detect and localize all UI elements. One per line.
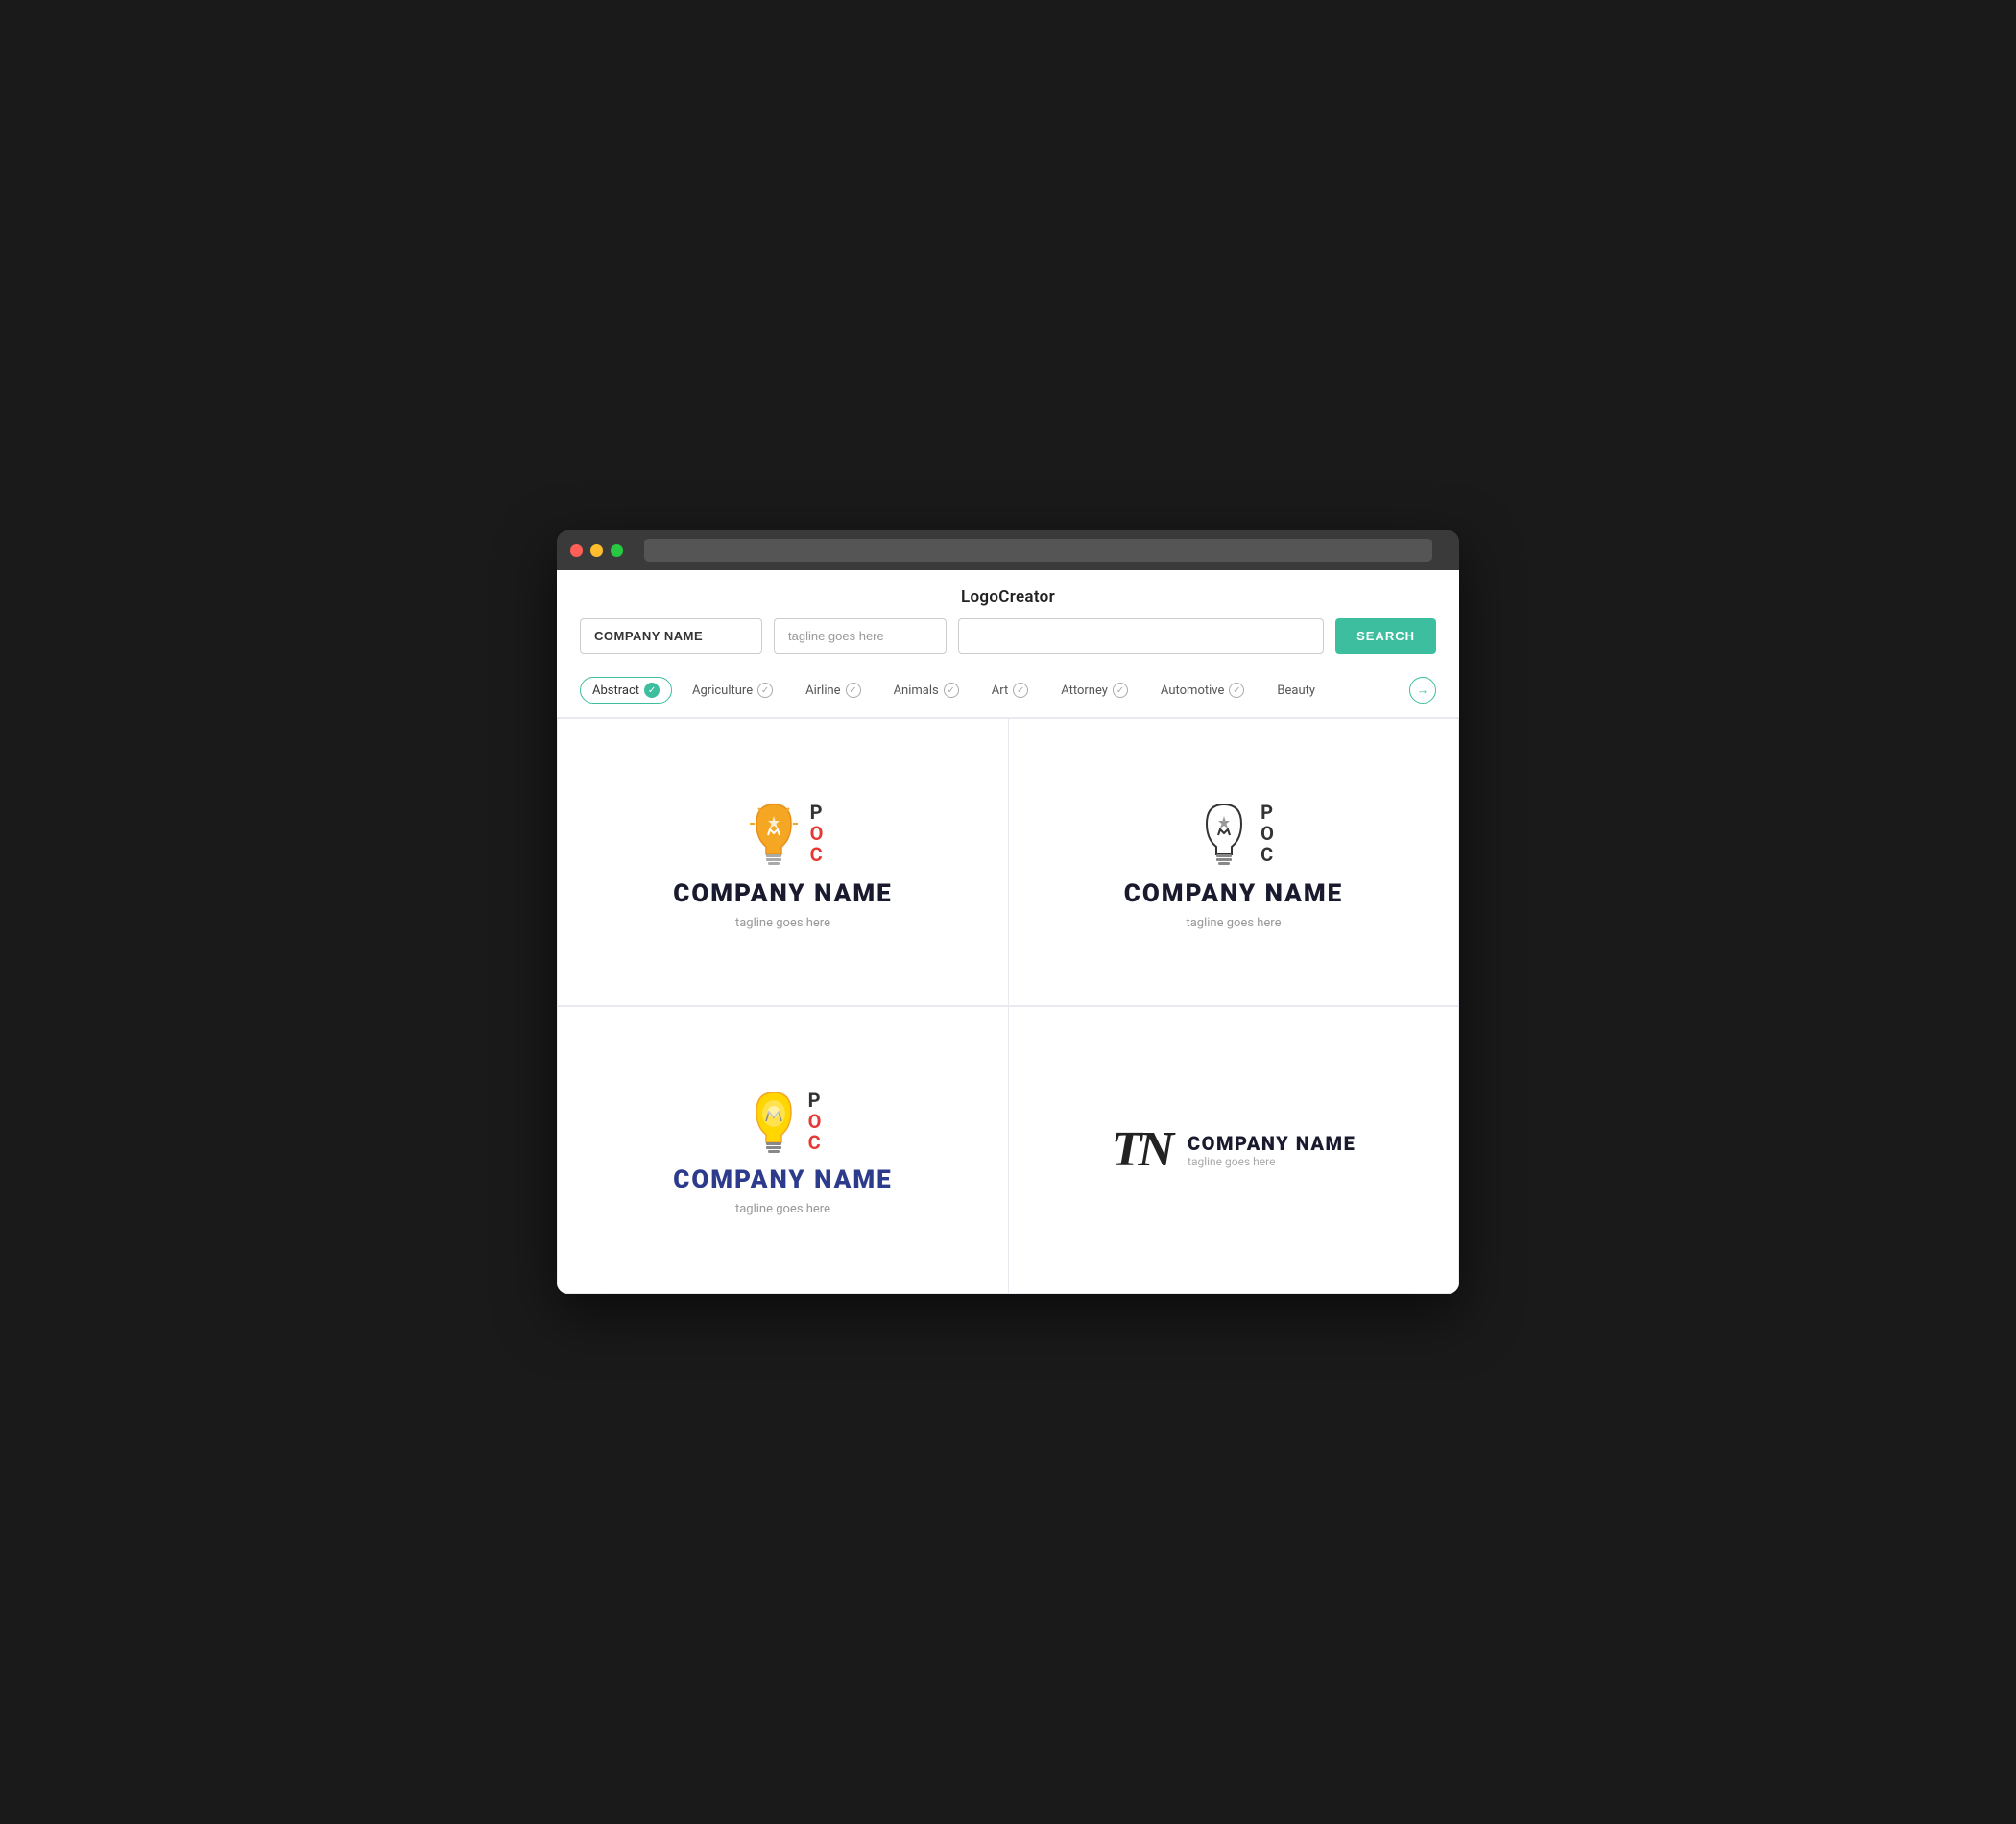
logo-2-main-row: P O C xyxy=(1193,795,1274,872)
category-animals-check: ✓ xyxy=(944,683,959,698)
tn-monogram: TN xyxy=(1112,1125,1170,1175)
poc-stack-2: P O C xyxy=(1260,802,1274,865)
logo-card-4[interactable]: TN COMPANY NAME tagline goes here xyxy=(1008,1006,1459,1294)
poc-stack-3: P O C xyxy=(808,1090,822,1153)
logo-1-main-row: P O C xyxy=(743,795,824,872)
category-animals[interactable]: Animals ✓ xyxy=(881,677,972,704)
browser-window: LogoCreator SEARCH Abstract ✓ Agricultur… xyxy=(557,530,1459,1294)
category-automotive-check: ✓ xyxy=(1229,683,1244,698)
category-automotive-label: Automotive xyxy=(1161,684,1224,698)
search-bar: SEARCH xyxy=(557,618,1459,669)
category-animals-label: Animals xyxy=(894,684,939,698)
logo-1-company: COMPANY NAME xyxy=(673,879,892,908)
category-beauty-label: Beauty xyxy=(1277,684,1315,698)
category-agriculture-label: Agriculture xyxy=(692,684,753,698)
category-attorney[interactable]: Attorney ✓ xyxy=(1048,677,1140,704)
logo-card-3[interactable]: P O C COMPANY NAME tagline goes here xyxy=(557,1006,1008,1294)
yellow-bulb-icon xyxy=(745,1085,803,1158)
category-art[interactable]: Art ✓ xyxy=(979,677,1041,704)
category-agriculture-check: ✓ xyxy=(757,683,773,698)
extra-search-input[interactable] xyxy=(958,618,1324,654)
maximize-button[interactable] xyxy=(611,544,623,557)
logo-card-1[interactable]: P O C COMPANY NAME tagline goes here xyxy=(557,718,1008,1006)
category-agriculture[interactable]: Agriculture ✓ xyxy=(680,677,785,704)
category-abstract-label: Abstract xyxy=(592,684,639,698)
tagline-input[interactable] xyxy=(774,618,947,654)
logo-4-text-block: COMPANY NAME tagline goes here xyxy=(1188,1132,1356,1168)
logo-4-company: COMPANY NAME xyxy=(1188,1132,1356,1155)
search-button[interactable]: SEARCH xyxy=(1335,618,1436,654)
app-content: LogoCreator SEARCH Abstract ✓ Agricultur… xyxy=(557,570,1459,1294)
app-title: LogoCreator xyxy=(557,570,1459,618)
logo-card-2-inner: P O C COMPANY NAME tagline goes here xyxy=(1124,795,1343,930)
category-abstract[interactable]: Abstract ✓ xyxy=(580,677,672,704)
close-button[interactable] xyxy=(570,544,583,557)
category-airline-check: ✓ xyxy=(846,683,861,698)
category-automotive[interactable]: Automotive ✓ xyxy=(1148,677,1257,704)
category-attorney-label: Attorney xyxy=(1061,684,1108,698)
category-airline-label: Airline xyxy=(805,684,840,698)
category-art-check: ✓ xyxy=(1013,683,1028,698)
logo-card-1-inner: P O C COMPANY NAME tagline goes here xyxy=(673,795,892,930)
logo-3-company: COMPANY NAME xyxy=(673,1165,892,1194)
logo-4-main-row: TN COMPANY NAME tagline goes here xyxy=(1112,1125,1356,1175)
browser-titlebar xyxy=(557,530,1459,570)
category-airline[interactable]: Airline ✓ xyxy=(793,677,873,704)
category-abstract-check: ✓ xyxy=(644,683,660,698)
logo-card-3-inner: P O C COMPANY NAME tagline goes here xyxy=(673,1085,892,1216)
outline-bulb-icon xyxy=(1193,795,1255,872)
category-art-label: Art xyxy=(992,684,1008,698)
logo-4-tagline: tagline goes here xyxy=(1188,1155,1356,1168)
category-bar: Abstract ✓ Agriculture ✓ Airline ✓ Anima… xyxy=(557,669,1459,718)
logo-3-tagline: tagline goes here xyxy=(735,1202,830,1216)
category-attorney-check: ✓ xyxy=(1113,683,1128,698)
poc-stack-1: P O C xyxy=(810,802,824,865)
logo-card-2[interactable]: P O C COMPANY NAME tagline goes here xyxy=(1008,718,1459,1006)
categories-next-button[interactable]: → xyxy=(1409,677,1436,704)
logo-1-tagline: tagline goes here xyxy=(735,916,830,930)
address-bar[interactable] xyxy=(644,539,1432,562)
logo-2-company: COMPANY NAME xyxy=(1124,879,1343,908)
category-beauty[interactable]: Beauty xyxy=(1264,678,1328,704)
logo-3-main-row: P O C xyxy=(745,1085,822,1158)
logo-card-4-inner: TN COMPANY NAME tagline goes here xyxy=(1112,1125,1356,1175)
colored-bulb-icon xyxy=(743,795,804,872)
minimize-button[interactable] xyxy=(590,544,603,557)
logo-2-tagline: tagline goes here xyxy=(1186,916,1281,930)
company-name-input[interactable] xyxy=(580,618,762,654)
logo-grid: P O C COMPANY NAME tagline goes here xyxy=(557,718,1459,1294)
app-title-text: LogoCreator xyxy=(961,588,1055,607)
